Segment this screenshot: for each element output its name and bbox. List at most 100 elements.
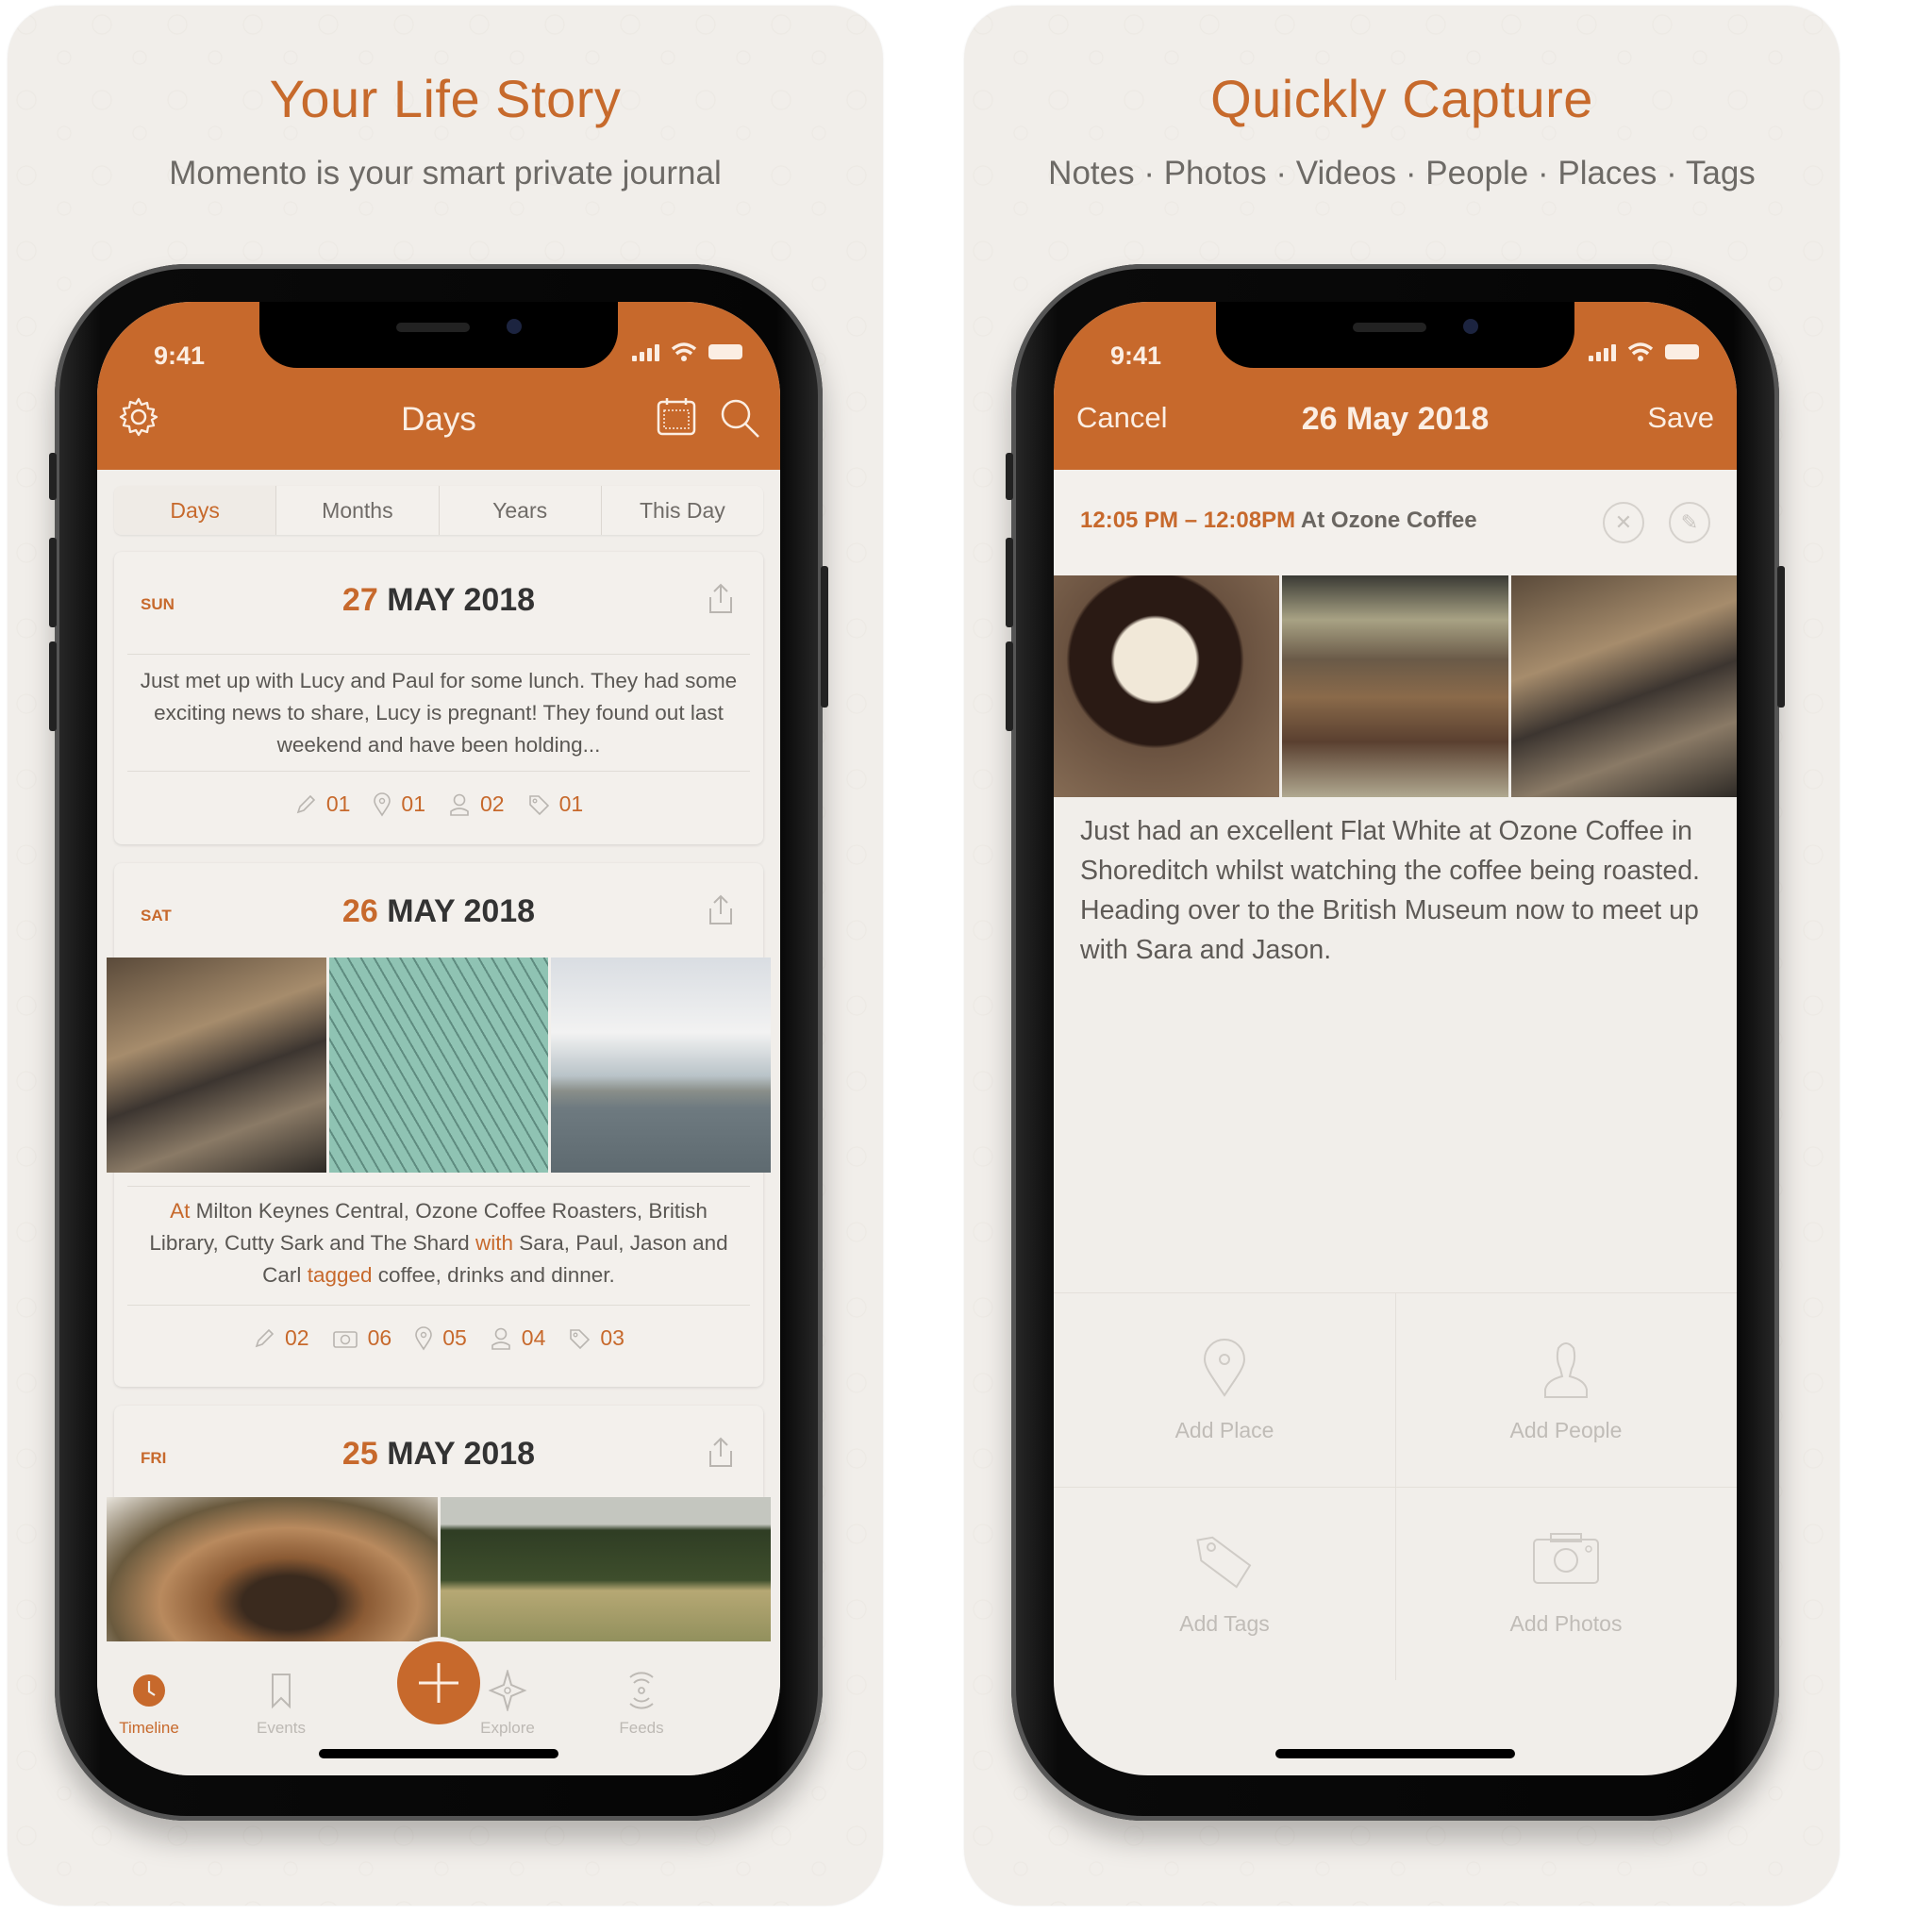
photo-thumbnail[interactable]	[1054, 575, 1280, 797]
attachment-grid: Add Place Add People Add Tags Add Photos	[1054, 1292, 1737, 1680]
tab-events[interactable]: Events	[229, 1670, 333, 1738]
status-icons	[1589, 341, 1699, 362]
photo-thumbnail[interactable]	[1510, 575, 1737, 797]
battery-icon	[708, 344, 742, 359]
capture-screen: 9:41 Cancel 26 May 2018 Save 12:05 PM – …	[1054, 302, 1737, 1775]
share-icon[interactable]	[705, 582, 737, 620]
timeline-screen: 9:41 Days Days Months Years This Day SUN…	[97, 302, 780, 1775]
day-card[interactable]: SUN 27 MAY 2018 Just met up with Lucy an…	[114, 552, 763, 844]
divider	[127, 654, 750, 655]
pencil-icon	[296, 794, 315, 813]
power-button	[1777, 566, 1785, 708]
mute-switch	[1006, 453, 1013, 500]
power-button	[821, 566, 828, 708]
event-time-range: 12:05 PM – 12:08PM At Ozone Coffee	[1080, 508, 1477, 533]
divider	[127, 1305, 750, 1306]
event-place: At Ozone Coffee	[1300, 508, 1477, 533]
compass-icon	[488, 1670, 527, 1711]
add-place-button[interactable]: Add Place	[1054, 1293, 1396, 1488]
person-icon	[450, 793, 469, 816]
share-icon[interactable]	[705, 893, 737, 931]
photo-thumbnail[interactable]	[107, 958, 326, 1173]
add-people-button[interactable]: Add People	[1395, 1293, 1737, 1488]
tab-explore[interactable]: Explore	[456, 1670, 559, 1738]
tab-feeds[interactable]: Feeds	[590, 1670, 693, 1738]
person-icon	[1544, 1342, 1588, 1398]
clock-icon	[133, 1674, 165, 1707]
tags-count: 03	[568, 1325, 625, 1351]
volume-down-button	[1006, 641, 1013, 731]
tab-timeline[interactable]: Timeline	[97, 1670, 201, 1738]
add-photos-button[interactable]: Add Photos	[1395, 1487, 1737, 1680]
tag-icon	[570, 1328, 591, 1349]
signal-icon	[632, 342, 659, 361]
people-count: 02	[448, 791, 505, 817]
date-month-year: MAY 2018	[387, 1436, 536, 1472]
camera-icon	[332, 1330, 358, 1348]
volume-up-button	[1006, 538, 1013, 627]
entry-summary: At Milton Keynes Central, Ozone Coffee R…	[149, 1199, 728, 1287]
panel-headline: Your Life Story	[269, 69, 622, 128]
close-icon[interactable]: ✕	[1603, 502, 1644, 543]
places-count: 01	[373, 791, 425, 817]
photos-count: 06	[332, 1325, 391, 1351]
add-tags-button[interactable]: Add Tags	[1054, 1487, 1396, 1680]
event-header: 12:05 PM – 12:08PM At Ozone Coffee ✕ ✎	[1054, 470, 1737, 575]
photo-strip	[107, 958, 772, 1173]
entry-note-text[interactable]: Just had an excellent Flat White at Ozon…	[1080, 811, 1710, 970]
nav-title: 26 May 2018	[1301, 401, 1490, 437]
segment-this-day[interactable]: This Day	[600, 486, 763, 535]
panel-headline: Quickly Capture	[1210, 69, 1593, 128]
panel-subline: Momento is your smart private journal	[169, 155, 722, 192]
nav-bar: 9:41 Days	[97, 302, 780, 470]
photo-thumbnail[interactable]	[440, 1497, 771, 1648]
phone-frame-timeline: 9:41 Days Days Months Years This Day SUN…	[49, 264, 828, 1821]
day-card[interactable]: SAT 26 MAY 2018 At Milton Keynes Central…	[107, 863, 772, 1387]
photo-thumbnail[interactable]	[551, 958, 772, 1173]
card-date: 27 MAY 2018	[114, 582, 763, 619]
view-segmented-control: Days Months Years This Day	[114, 486, 763, 535]
card-date: 26 MAY 2018	[114, 893, 763, 930]
signal-icon	[1589, 342, 1616, 361]
date-day: 26	[341, 893, 378, 929]
notch	[259, 302, 618, 368]
divider	[127, 771, 750, 772]
calendar-icon[interactable]	[656, 396, 697, 441]
segment-days[interactable]: Days	[114, 486, 276, 535]
status-time: 9:41	[1110, 341, 1162, 370]
segment-months[interactable]: Months	[275, 486, 439, 535]
places-count: 05	[414, 1325, 467, 1351]
date-month-year: MAY 2018	[387, 582, 536, 618]
home-indicator[interactable]	[319, 1749, 558, 1758]
date-month-year: MAY 2018	[387, 893, 536, 929]
photo-strip	[107, 1497, 771, 1648]
feed-icon	[629, 1672, 654, 1709]
notes-count: 02	[253, 1325, 309, 1351]
segment-years[interactable]: Years	[438, 486, 601, 535]
notes-count: 01	[294, 791, 350, 817]
battery-icon	[1665, 344, 1699, 359]
panel-subline: Notes · Photos · Videos · People · Place…	[1048, 155, 1756, 192]
search-icon[interactable]	[718, 396, 763, 445]
home-indicator[interactable]	[1275, 1749, 1515, 1758]
pin-icon	[1203, 1339, 1246, 1397]
date-day: 27	[341, 582, 378, 618]
share-icon[interactable]	[705, 1436, 737, 1474]
bookmark-icon	[272, 1674, 291, 1709]
photo-thumbnail[interactable]	[328, 958, 549, 1173]
notch	[1216, 302, 1574, 368]
tags-count: 01	[527, 791, 583, 817]
card-stats: 01 01 02 01	[114, 791, 763, 817]
date-day: 25	[341, 1436, 378, 1472]
pencil-icon	[255, 1328, 275, 1347]
photo-thumbnail[interactable]	[1282, 575, 1508, 797]
save-button[interactable]: Save	[1647, 401, 1714, 435]
volume-down-button	[49, 641, 57, 731]
people-count: 04	[490, 1325, 545, 1351]
photo-thumbnail[interactable]	[107, 1497, 438, 1648]
card-stats: 02 06 05 04 03	[114, 1325, 763, 1351]
edit-icon[interactable]: ✎	[1669, 502, 1710, 543]
person-icon	[491, 1327, 510, 1350]
tag-icon	[1196, 1536, 1252, 1589]
pin-icon	[374, 791, 391, 816]
